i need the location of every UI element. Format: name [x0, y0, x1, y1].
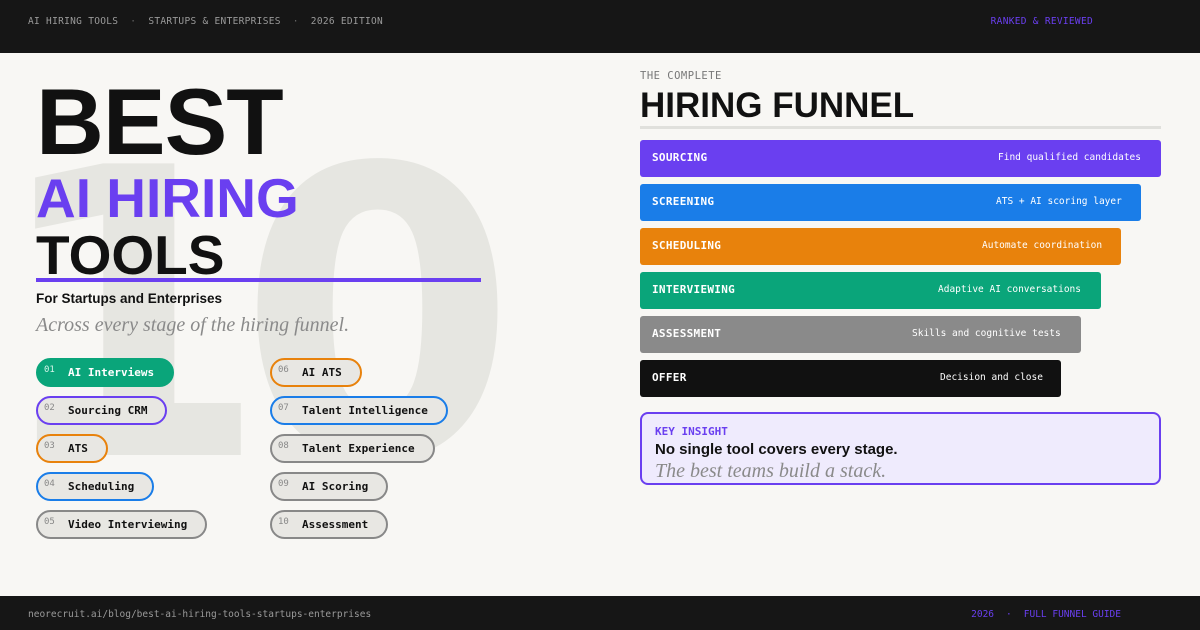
title-line-best: BEST [36, 69, 284, 174]
footer-year: 2026 [971, 609, 995, 620]
tagline: Across every stage of the hiring funnel. [36, 314, 350, 336]
title-line-tools: TOOLS [36, 224, 225, 286]
funnel-stage-screening: SCREENING ATS + AI scoring layer [640, 184, 1141, 221]
tool-pill[interactable]: 09 AI Scoring [270, 472, 389, 501]
stage-name: INTERVIEWING [652, 283, 736, 296]
funnel-title: HIRING FUNNEL [640, 86, 915, 125]
funnel-stage-scheduling: SCHEDULING Automate coordination [640, 228, 1121, 265]
tag-edition: 2026 EDITION [310, 16, 384, 27]
tool-label: Assessment [302, 518, 369, 531]
insight-kicker: KEY INSIGHT [655, 425, 728, 438]
tool-pill[interactable]: 05 Video Interviewing [36, 510, 208, 539]
tool-number: 05 [44, 517, 55, 527]
tool-label: Video Interviewing [68, 518, 188, 531]
hero-title: BEST AI HIRING TOOLS [36, 75, 299, 283]
tool-label: Sourcing CRM [68, 404, 148, 417]
tool-pill[interactable]: 08 Talent Experience [270, 434, 435, 463]
tool-pill[interactable]: 01 AI Interviews [36, 358, 175, 387]
funnel-stage-interviewing: INTERVIEWING Adaptive AI conversations [640, 272, 1101, 309]
tool-pill[interactable]: 02 Sourcing CRM [36, 396, 168, 425]
top-bar: AI HIRING TOOLS · STARTUPS & ENTERPRISES… [0, 0, 1200, 53]
title-underline [36, 278, 481, 282]
tool-number: 04 [44, 479, 55, 489]
tool-label: Scheduling [68, 480, 135, 493]
tool-pill[interactable]: 07 Talent Intelligence [270, 396, 448, 425]
tool-pill[interactable]: 04 Scheduling [36, 472, 155, 501]
tool-number: 01 [44, 365, 55, 375]
insight-headline: No single tool covers every stage. [655, 441, 898, 458]
tool-number: 10 [278, 517, 289, 527]
stage-name: SCREENING [652, 195, 715, 208]
footer-guide-label: FULL FUNNEL GUIDE [1023, 609, 1121, 620]
tool-number: 08 [278, 441, 289, 451]
separator-dot: · [292, 16, 299, 27]
ranked-reviewed-label: RANKED & REVIEWED [990, 16, 1093, 27]
title-line-ai-hiring: AI HIRING [36, 167, 299, 229]
stage-description: Skills and cognitive tests [912, 328, 1061, 339]
insight-tagline: The best teams build a stack. [655, 460, 887, 482]
key-insight-card: KEY INSIGHT No single tool covers every … [640, 412, 1161, 485]
stage-description: Decision and close [940, 372, 1043, 383]
tool-pill[interactable]: 06 AI ATS [270, 358, 362, 387]
stage-name: SCHEDULING [652, 239, 722, 252]
tool-number: 07 [278, 403, 289, 413]
funnel-kicker: THE COMPLETE [640, 70, 722, 82]
tool-label: AI ATS [302, 366, 342, 379]
tool-number: 02 [44, 403, 55, 413]
tool-pill[interactable]: 03 ATS [36, 434, 108, 463]
footer-bar: neorecruit.ai/blog/best-ai-hiring-tools-… [0, 596, 1200, 630]
subtitle: For Startups and Enterprises [36, 291, 223, 306]
footer-url-link[interactable]: neorecruit.ai/blog/best-ai-hiring-tools-… [28, 609, 371, 620]
tool-number: 03 [44, 441, 55, 451]
funnel-stage-assessment: ASSESSMENT Skills and cognitive tests [640, 316, 1081, 353]
tool-label: AI Interviews [68, 366, 155, 379]
stage-name: OFFER [652, 371, 687, 384]
tool-number: 06 [278, 365, 289, 375]
tool-number: 09 [278, 479, 289, 489]
footer-right: 2026 · FULL FUNNEL GUIDE [971, 609, 1121, 620]
stage-description: Find qualified candidates [998, 152, 1141, 163]
stage-name: SOURCING [652, 151, 708, 164]
separator-dot: · [1006, 609, 1012, 620]
tool-label: Talent Experience [302, 442, 415, 455]
stage-description: Adaptive AI conversations [938, 284, 1081, 295]
tool-pill[interactable]: 10 Assessment [270, 510, 389, 539]
funnel-stage-offer: OFFER Decision and close [640, 360, 1061, 397]
tool-label: ATS [68, 442, 88, 455]
tool-label: AI Scoring [302, 480, 369, 493]
stage-name: ASSESSMENT [652, 327, 722, 340]
tag-ai-hiring-tools: AI HIRING TOOLS [28, 16, 119, 27]
separator-dot: · [130, 16, 137, 27]
tool-label: Talent Intelligence [302, 404, 428, 417]
funnel-stage-sourcing: SOURCING Find qualified candidates [640, 140, 1161, 177]
stage-description: ATS + AI scoring layer [996, 196, 1122, 207]
stage-description: Automate coordination [982, 240, 1103, 251]
top-bar-tags: AI HIRING TOOLS · STARTUPS & ENTERPRISES… [28, 16, 383, 27]
tag-startups-enterprises: STARTUPS & ENTERPRISES [148, 16, 281, 27]
funnel-divider [640, 126, 1161, 129]
